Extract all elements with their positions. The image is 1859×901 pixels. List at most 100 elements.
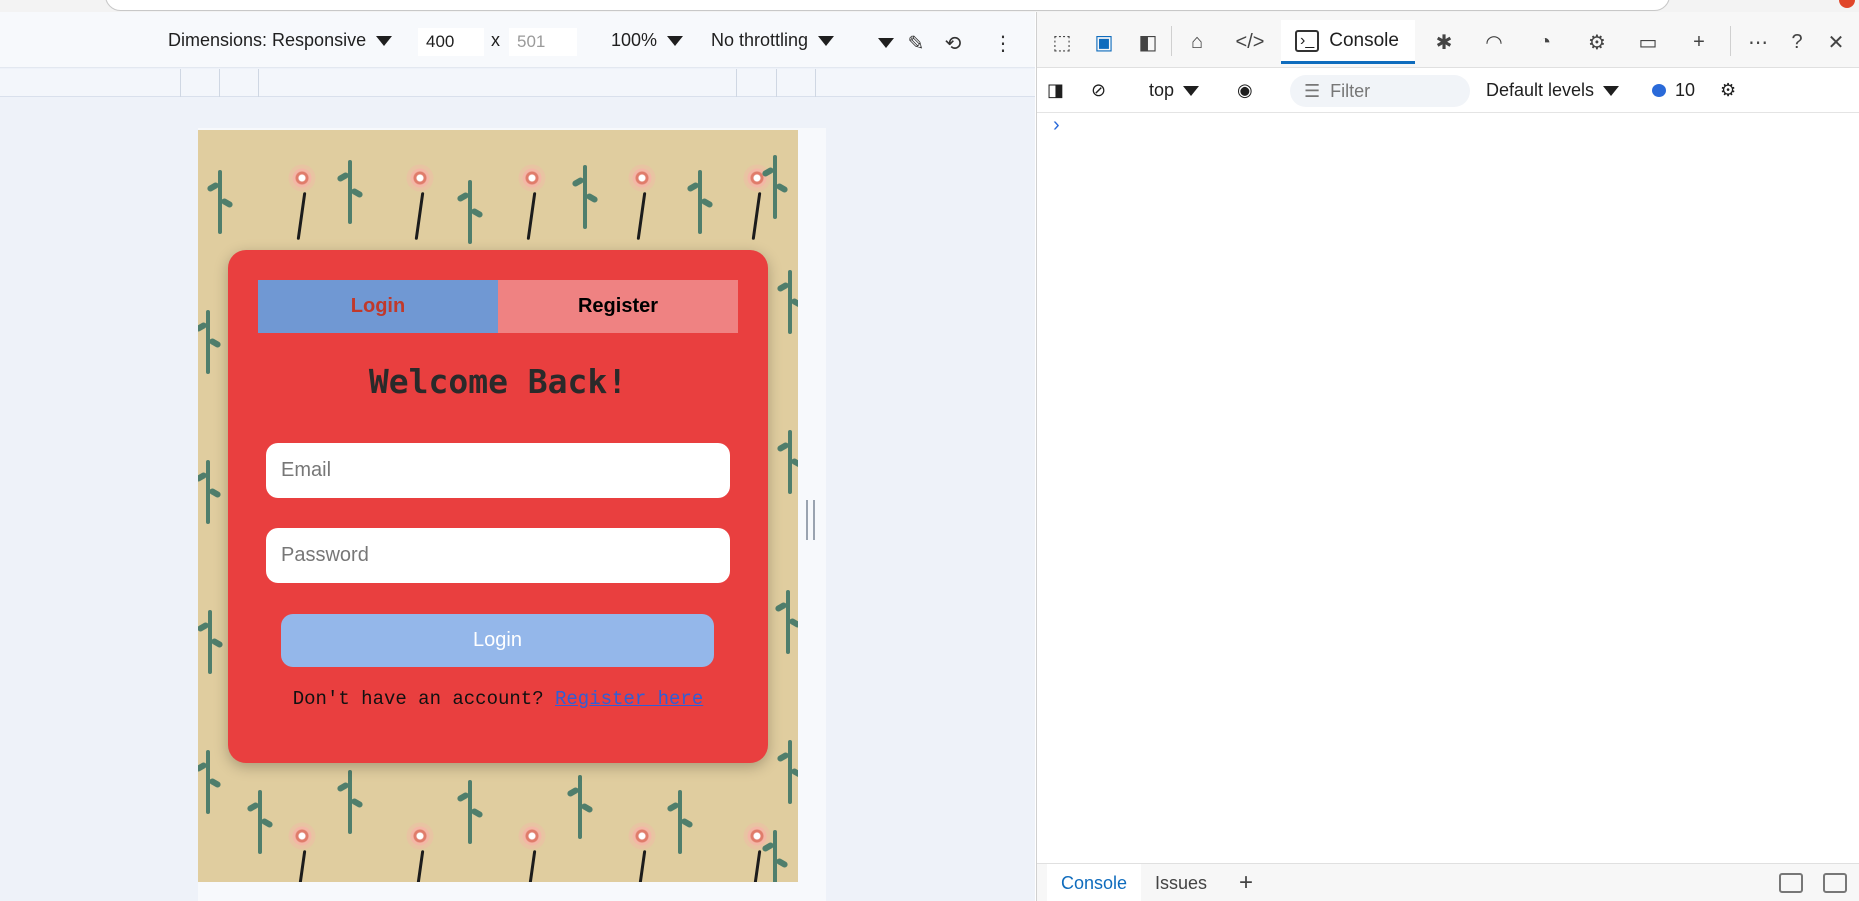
media-query-ruler	[0, 69, 1035, 97]
levels-label: Default levels	[1486, 80, 1595, 100]
dimensions-dropdown[interactable]: Dimensions: Responsive	[168, 30, 393, 51]
console-prompt[interactable]: ›	[1053, 114, 1060, 137]
context-dropdown[interactable]: top	[1149, 80, 1200, 101]
leaf-decoration	[578, 775, 582, 839]
resize-corner-handle[interactable]	[798, 895, 822, 901]
tab-console-label: Console	[1329, 29, 1399, 51]
leaf-decoration	[678, 790, 682, 854]
tab-login[interactable]: Login	[258, 280, 498, 333]
device-frame: Login Register Welcome Back! Email Passw…	[198, 128, 826, 901]
undock-drawer-icon[interactable]	[1779, 873, 1803, 893]
password-field[interactable]: Password	[266, 528, 730, 583]
leaf-decoration	[788, 430, 792, 494]
device-toolbar: Dimensions: Responsive 400 x 501 100% No…	[0, 12, 1035, 68]
stem-decoration	[751, 850, 762, 882]
browser-profile-icon[interactable]	[1839, 0, 1855, 8]
flower-icon	[628, 822, 656, 850]
home-icon[interactable]: ⌂	[1182, 28, 1212, 56]
leaf-decoration	[468, 180, 472, 244]
stem-decoration	[414, 192, 425, 240]
elements-icon[interactable]: </>	[1235, 28, 1265, 56]
device-toggle-icon[interactable]: ▣	[1089, 28, 1119, 56]
login-button[interactable]: Login	[281, 614, 714, 667]
drawer-add-tab-button[interactable]: +	[1225, 864, 1267, 901]
stem-decoration	[526, 192, 537, 240]
zoom-label: 100%	[611, 30, 658, 50]
leaf-decoration	[206, 460, 210, 524]
clear-console-icon[interactable]: ⊘	[1091, 80, 1106, 101]
zoom-dropdown[interactable]: 100%	[611, 30, 684, 51]
register-link[interactable]: Register here	[555, 688, 703, 710]
more-device-options-dropdown[interactable]	[878, 38, 894, 48]
memory-icon[interactable]: ⚙	[1582, 28, 1612, 56]
height-input[interactable]: 501	[509, 28, 577, 56]
more-vertical-icon[interactable]: ⋮	[989, 30, 1017, 56]
chevron-down-icon	[667, 35, 684, 46]
leaf-decoration	[788, 740, 792, 804]
throttling-dropdown[interactable]: No throttling	[711, 30, 835, 51]
ruler-tick	[776, 69, 777, 97]
flower-icon	[406, 822, 434, 850]
performance-icon[interactable]: ◔	[1530, 28, 1560, 56]
leaf-decoration	[208, 610, 212, 674]
page-viewport: Login Register Welcome Back! Email Passw…	[198, 130, 798, 882]
dock-icon[interactable]: ◧	[1133, 28, 1163, 56]
pen-icon[interactable]: ✎	[902, 30, 930, 56]
settings-gear-icon[interactable]: ⚙	[1720, 80, 1736, 101]
console-toolbar: ◨ ⊘ top ◉ ☰ Filter Default levels 10 ⚙	[1037, 69, 1859, 113]
leaf-decoration	[348, 160, 352, 224]
flower-icon	[288, 822, 316, 850]
address-bar[interactable]	[105, 0, 1670, 11]
inspect-icon[interactable]: ⬚	[1047, 28, 1077, 56]
register-prompt-line: Don't have an account? Register here	[228, 688, 768, 710]
tab-register[interactable]: Register	[498, 280, 738, 333]
leaf-decoration	[773, 155, 777, 219]
leaf-decoration	[773, 830, 777, 882]
auth-tabs: Login Register	[258, 280, 738, 333]
devtools-tabbar: ⬚ ▣ ◧ ⌂ </> ›_ Console ✱ ◠ ◔ ⚙ ▭ + ⋯ ? ✕	[1037, 12, 1859, 68]
ruler-tick	[258, 69, 259, 97]
leaf-decoration	[698, 170, 702, 234]
filter-input[interactable]: ☰ Filter	[1290, 75, 1470, 107]
chevron-down-icon	[818, 35, 835, 46]
resize-handle-right[interactable]	[806, 500, 815, 540]
help-icon[interactable]: ?	[1782, 28, 1812, 56]
leaf-decoration	[788, 270, 792, 334]
network-icon[interactable]: ◠	[1479, 28, 1509, 56]
leaf-decoration	[348, 770, 352, 834]
eye-icon[interactable]: ◉	[1237, 80, 1253, 101]
drawer-tab-issues[interactable]: Issues	[1141, 864, 1221, 901]
context-label: top	[1149, 80, 1175, 100]
drawer-tab-console[interactable]: Console	[1047, 864, 1142, 901]
sidebar-toggle-icon[interactable]: ◨	[1047, 80, 1064, 101]
chevron-down-icon	[1603, 85, 1620, 96]
stem-decoration	[751, 192, 762, 240]
email-field[interactable]: Email	[266, 443, 730, 498]
stem-decoration	[414, 850, 425, 882]
bug-icon[interactable]: ✱	[1429, 28, 1459, 56]
rotate-icon[interactable]: ⟲	[939, 30, 967, 56]
chevron-down-icon	[1183, 85, 1200, 96]
filter-icon: ☰	[1304, 80, 1321, 101]
flower-icon	[628, 164, 656, 192]
message-count-badge[interactable]: 10	[1652, 80, 1695, 101]
device-emulation-area: Dimensions: Responsive 400 x 501 100% No…	[0, 12, 1035, 901]
filter-placeholder: Filter	[1330, 80, 1371, 101]
collapse-drawer-icon[interactable]	[1823, 873, 1847, 893]
add-tool-icon[interactable]: +	[1684, 28, 1714, 56]
flower-icon	[406, 164, 434, 192]
tab-console[interactable]: ›_ Console	[1281, 20, 1415, 64]
ruler-tick	[815, 69, 816, 97]
dimensions-label: Dimensions: Responsive	[168, 30, 367, 50]
flower-icon	[518, 822, 546, 850]
application-icon[interactable]: ▭	[1633, 28, 1663, 56]
stem-decoration	[636, 192, 647, 240]
leaf-decoration	[786, 590, 790, 654]
leaf-decoration	[206, 310, 210, 374]
chevron-down-icon	[878, 38, 894, 48]
close-icon[interactable]: ✕	[1821, 28, 1851, 56]
width-input[interactable]: 400	[418, 28, 484, 56]
levels-dropdown[interactable]: Default levels	[1486, 80, 1620, 101]
leaf-decoration	[206, 750, 210, 814]
more-tools-icon[interactable]: ⋯	[1743, 28, 1773, 56]
